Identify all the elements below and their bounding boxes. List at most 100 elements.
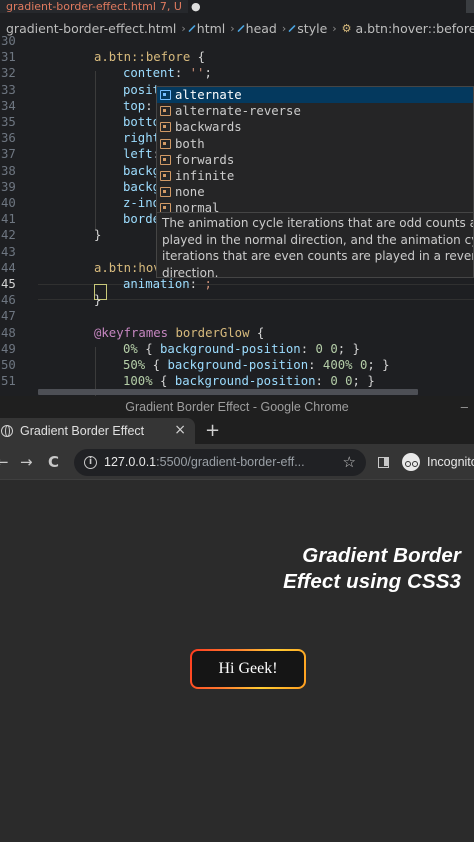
value-enum-icon [160, 187, 171, 198]
address-bar[interactable]: i 127.0.0.1:5500/gradient-border-eff... … [74, 449, 366, 476]
editor-tab-bar: gradient-border-effect.html 7, U ● [0, 0, 474, 13]
code-token: 0 0 [315, 341, 338, 356]
url-text[interactable]: 127.0.0.1:5500/gradient-border-eff... [104, 455, 305, 469]
doc-line: direction. [162, 265, 219, 278]
code-editor[interactable]: gradient-border-effect.html 7, U ● gradi… [0, 0, 474, 396]
reload-button[interactable]: C [48, 453, 59, 471]
suggestion-list[interactable]: alternate alternate-reverse backwards both f… [157, 87, 473, 213]
line-number: 45 [1, 277, 16, 291]
gradient-border-button[interactable]: Hi Geek! [190, 649, 306, 689]
suggestion-item[interactable]: infinite [157, 168, 473, 184]
code-line[interactable]: 51 100% { background-position: 0 0; } [0, 373, 474, 389]
code-text: left: [123, 146, 160, 162]
suggestion-item[interactable]: backwards [157, 119, 473, 135]
code-token: : [300, 341, 316, 356]
line-number: 43 [1, 244, 16, 259]
site-info-icon[interactable]: i [84, 456, 97, 469]
code-token: botto [123, 115, 161, 129]
page-viewport: Gradient Border Effect using CSS3 Hi Gee… [0, 481, 474, 842]
incognito-label[interactable]: Incognito [427, 455, 474, 469]
chrome-window: Gradient Border Effect - Google Chrome –… [0, 396, 474, 842]
code-line[interactable]: 46} [0, 292, 474, 308]
line-number: 40 [1, 196, 16, 210]
unsaved-dot-icon[interactable]: ● [191, 1, 201, 12]
code-token: @keyframes [94, 325, 169, 340]
code-line[interactable]: 50 50% { background-position: 400% 0; } [0, 357, 474, 373]
side-panel-icon[interactable] [378, 457, 389, 468]
autocomplete-suggestions[interactable]: alternate alternate-reverse backwards both f… [156, 86, 474, 214]
code-token: } [94, 228, 102, 243]
element-cube-icon [188, 24, 196, 32]
code-text: content: ''; [123, 65, 212, 81]
code-text: posit [123, 82, 160, 98]
editor-tab-gradient-border-effect[interactable]: gradient-border-effect.html 7, U [0, 0, 188, 13]
code-token: 0 0 [330, 374, 353, 389]
code-text: 50% { background-position: 400% 0; } [123, 357, 390, 373]
code-token: top [123, 98, 146, 113]
suggestion-item[interactable]: alternate [157, 87, 473, 104]
line-number: 35 [1, 115, 16, 129]
line-number: 49 [1, 341, 16, 356]
value-enum-icon [160, 106, 171, 117]
incognito-icon[interactable] [402, 453, 420, 471]
horizontal-scrollbar[interactable] [38, 389, 418, 395]
code-token: ; } [367, 358, 390, 372]
code-line[interactable]: 31 a.btn::before { [0, 49, 474, 65]
code-token: background-position [160, 341, 301, 356]
back-button[interactable]: ← [0, 453, 9, 471]
minimize-button[interactable]: – [461, 396, 468, 418]
code-token: { [137, 341, 161, 356]
code-text: borde [123, 211, 160, 227]
line-number: 36 [1, 131, 16, 146]
code-token: 100% [123, 374, 153, 389]
code-text: @keyframes borderGlow { [94, 325, 264, 341]
suggestion-label: backwards [175, 120, 242, 135]
code-line[interactable]: 32 content: ''; [0, 65, 474, 81]
code-text: a.btn:hov [94, 260, 161, 276]
tab-strip: Gradient Border Effect × + [0, 418, 474, 444]
suggestion-item[interactable]: alternate-reverse [157, 103, 473, 119]
code-line[interactable]: 45 animation: ; [0, 276, 474, 292]
bookmark-star-icon[interactable]: ☆ [343, 453, 356, 471]
forward-button[interactable]: → [20, 453, 33, 471]
code-line[interactable]: 48 @keyframes borderGlow { [0, 325, 474, 341]
browser-tab[interactable]: Gradient Border Effect × [0, 418, 195, 444]
code-line[interactable]: 49 0% { background-position: 0 0; } [0, 341, 474, 357]
editor-tab-filename: gradient-border-effect.html [6, 0, 156, 13]
code-token: background-position [174, 374, 316, 389]
suggestion-item[interactable]: none [157, 184, 473, 200]
browser-toolbar: ← → C i 127.0.0.1:5500/gradient-border-e… [0, 444, 474, 480]
new-tab-button[interactable]: + [205, 420, 220, 441]
browser-tab-title: Gradient Border Effect [20, 424, 145, 438]
line-number: 41 [1, 212, 16, 227]
code-token: : [174, 66, 190, 81]
line-number: 39 [1, 179, 16, 194]
page-title: Gradient Border Effect using CSS3 [283, 543, 461, 595]
value-enum-icon [160, 170, 171, 181]
doc-line: The animation cycle iterations that are … [162, 216, 474, 230]
code-token: { [249, 325, 265, 340]
code-token: 50% [123, 358, 146, 372]
code-line[interactable]: 30 [0, 33, 474, 49]
line-number: 51 [1, 374, 16, 389]
suggestion-item[interactable]: both [157, 136, 473, 152]
url-path: :5500/gradient-border-eff... [156, 455, 305, 469]
code-text: } [94, 292, 101, 308]
close-tab-button[interactable]: × [174, 422, 186, 438]
suggestion-label: alternate-reverse [175, 104, 301, 119]
line-number: 38 [1, 163, 16, 178]
code-line[interactable]: 47 [0, 308, 474, 324]
gradient-button-label: Hi Geek! [192, 651, 304, 687]
globe-icon [1, 425, 13, 437]
url-host: 127.0.0.1 [104, 455, 157, 469]
line-number: 31 [1, 50, 16, 65]
code-text: right [123, 130, 160, 146]
code-token: z-ind [123, 196, 161, 210]
suggestion-item[interactable]: forwards [157, 152, 473, 168]
suggestion-label: both [175, 136, 205, 151]
doc-line: iterations that are even counts are play… [162, 249, 474, 263]
element-cube-icon [288, 24, 296, 32]
line-number: 33 [1, 82, 16, 97]
editor-tab-git-status: 7, U [159, 0, 182, 13]
code-token: : [189, 277, 205, 291]
